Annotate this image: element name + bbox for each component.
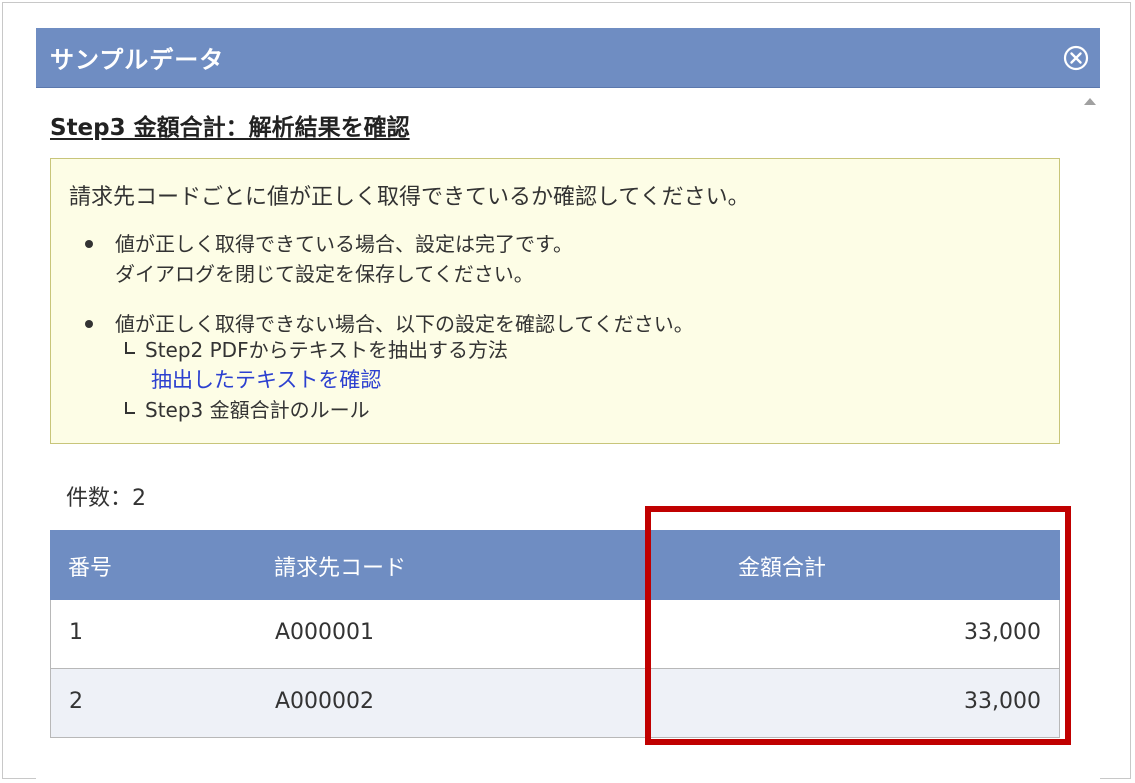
bullet-dot-icon	[85, 320, 93, 328]
bullet-1-line-2: ダイアログを閉じて設定を保存してください。	[115, 262, 534, 286]
bullet-dot-icon	[85, 240, 93, 248]
record-count: 件数：2	[66, 486, 146, 511]
header-billing-code: 請求先コード	[274, 556, 407, 581]
scroll-up-arrow-icon[interactable]	[1084, 98, 1096, 105]
header-number: 番号	[68, 556, 113, 581]
cell-number: 2	[69, 689, 83, 714]
table-row[interactable]: 2 A000002 33,000	[50, 669, 1060, 738]
sample-data-dialog: サンプルデータ Step3 金額合計：解析結果を確認 請求先コードごとに値が正し…	[36, 28, 1100, 783]
step-heading: Step3 金額合計：解析結果を確認	[50, 115, 410, 141]
cell-total-amount: 33,000	[964, 689, 1041, 714]
corner-arrow-icon	[125, 402, 135, 414]
header-total-amount: 金額合計	[738, 556, 827, 581]
check-extracted-text-link[interactable]: 抽出したテキストを確認	[151, 365, 381, 395]
cell-number: 1	[69, 620, 83, 645]
dialog-title: サンプルデータ	[50, 46, 225, 74]
sub-item-step3: Step3 金額合計のルール	[125, 395, 370, 425]
cell-billing-code: A000002	[275, 689, 375, 714]
dialog-titlebar: サンプルデータ	[36, 28, 1100, 88]
notice-box: 請求先コードごとに値が正しく取得できているか確認してください。 値が正しく取得で…	[50, 158, 1060, 444]
corner-arrow-icon	[125, 342, 135, 354]
table-header: 番号 請求先コード 金額合計	[50, 530, 1060, 600]
cell-billing-code: A000001	[275, 620, 375, 645]
table-row[interactable]: 1 A000001 33,000	[50, 600, 1060, 669]
bullet-1-line-1: 値が正しく取得できている場合、設定は完了です。	[115, 232, 573, 256]
notice-lead: 請求先コードごとに値が正しく取得できているか確認してください。	[69, 185, 750, 210]
sub-item-step2-label: Step2 PDFからテキストを抽出する方法	[145, 338, 508, 362]
cell-total-amount: 33,000	[964, 620, 1041, 645]
close-circle-icon[interactable]	[1062, 44, 1090, 72]
dialog-content: Step3 金額合計：解析結果を確認 請求先コードごとに値が正しく取得できている…	[50, 88, 1060, 783]
sub-item-step2: Step2 PDFからテキストを抽出する方法	[125, 335, 508, 365]
vertical-scrollbar[interactable]	[1080, 90, 1100, 783]
sub-item-step3-label: Step3 金額合計のルール	[145, 398, 370, 422]
